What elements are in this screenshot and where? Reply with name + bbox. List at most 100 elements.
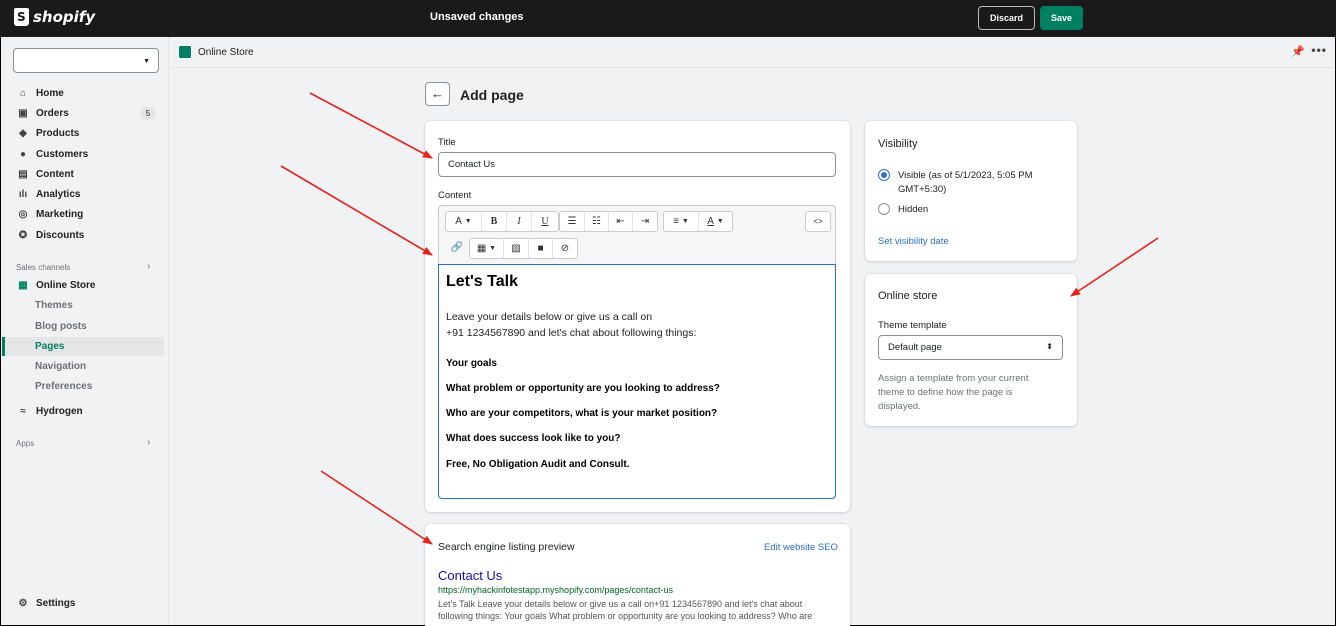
editor-bold-item: Your goals: [446, 358, 497, 369]
content-editor[interactable]: Let's Talk Leave your details below or g…: [438, 264, 836, 499]
orders-count-badge: 5: [140, 107, 156, 120]
indent-icon[interactable]: ⇥: [633, 212, 657, 231]
chevron-down-icon: ▼: [716, 218, 724, 225]
table-dropdown[interactable]: ▦ ▼: [470, 239, 504, 258]
logo-text: shopify: [33, 8, 96, 26]
font-style-label: A: [455, 216, 462, 227]
page-title: Add page: [460, 87, 524, 103]
table-icon: ▦: [476, 243, 487, 254]
align-dropdown[interactable]: ≡ ▼: [664, 212, 699, 231]
sidebar-subitem-preferences[interactable]: Preferences: [35, 381, 92, 392]
sidebar-item-label: Customers: [36, 149, 89, 160]
chevron-down-icon: ▼: [464, 218, 472, 225]
hidden-label: Hidden: [898, 204, 929, 215]
save-button[interactable]: Save: [1040, 6, 1083, 30]
home-icon: ⌂: [19, 88, 27, 99]
pin-icon[interactable]: 📌: [1291, 45, 1305, 58]
sidebar-item-label: Orders: [36, 108, 69, 119]
content-icon: ▤: [18, 169, 28, 180]
outdent-icon[interactable]: ⇤: [609, 212, 633, 231]
sidebar-item-discounts[interactable]: ✪ Discounts: [1, 226, 169, 245]
sidebar-subitem-blog-posts[interactable]: Blog posts: [35, 321, 87, 332]
sidebar-item-analytics[interactable]: ılı Analytics: [1, 185, 169, 204]
bullet-list-icon[interactable]: ☰: [560, 212, 585, 231]
sidebar-item-content[interactable]: ▤ Content: [1, 165, 169, 184]
title-input-value: Contact Us: [448, 159, 495, 170]
image-icon[interactable]: ▨: [504, 239, 529, 258]
text-color-label: A: [707, 216, 714, 227]
link-icon[interactable]: 🔗: [445, 238, 469, 257]
show-html-button[interactable]: <>: [806, 212, 830, 231]
top-bar: shopify Unsaved changes Discard Save: [0, 0, 1336, 37]
numbered-list-icon[interactable]: ☷: [585, 212, 609, 231]
clear-format-icon[interactable]: ⊘: [553, 239, 577, 258]
sidebar-item-label: Analytics: [36, 189, 81, 200]
sidebar-item-label: Discounts: [36, 230, 85, 241]
sidebar-item-label: Content: [36, 169, 74, 180]
video-icon[interactable]: ■: [529, 239, 553, 258]
online-store-icon: [179, 46, 191, 58]
html-group: <>: [805, 211, 831, 232]
sidebar-item-label: Online Store: [36, 280, 96, 291]
shopify-logo[interactable]: shopify: [14, 8, 95, 26]
apps-chevron-icon[interactable]: ›: [147, 437, 150, 448]
content-label: Content: [438, 190, 472, 201]
template-help-line-1: Assign a template from your current: [878, 373, 1029, 384]
text-color-dropdown[interactable]: A ▼: [699, 212, 732, 231]
products-icon: ◆: [19, 128, 27, 139]
unsaved-changes-status: Unsaved changes: [430, 11, 524, 23]
sidebar-item-label: Hydrogen: [36, 406, 83, 417]
chevron-down-icon: ▼: [681, 218, 689, 225]
sidebar-subitem-themes[interactable]: Themes: [35, 300, 73, 311]
online-store-heading: Online store: [878, 290, 938, 302]
sidebar-item-orders[interactable]: ▣ Orders 5: [1, 104, 169, 123]
format-group: A ▼ B I U: [445, 211, 559, 232]
editor-bold-item: What problem or opportunity are you look…: [446, 383, 720, 394]
editor-paragraph-line-2: +91 1234567890 and let's chat about foll…: [446, 327, 697, 339]
sidebar-item-marketing[interactable]: ◎ Marketing: [1, 205, 169, 224]
sidebar-item-settings[interactable]: ⚙ Settings: [1, 594, 169, 613]
italic-button[interactable]: I: [507, 212, 532, 231]
sidebar-item-label: Settings: [36, 598, 76, 609]
seo-heading: Search engine listing preview: [438, 541, 575, 553]
sidebar-item-hydrogen[interactable]: ≈ Hydrogen: [1, 402, 169, 421]
theme-template-value: Default page: [888, 342, 942, 353]
sidebar-item-customers[interactable]: ● Customers: [1, 145, 169, 164]
shopify-bag-icon: [14, 8, 29, 26]
sidebar-item-online-store[interactable]: ▦ Online Store: [1, 276, 169, 295]
template-help-line-3: displayed.: [878, 401, 921, 412]
underline-button[interactable]: U: [532, 212, 558, 231]
insert-group: 🔗 ▦ ▼ ▨ ■ ⊘: [445, 238, 579, 259]
hydrogen-icon: ≈: [20, 406, 26, 417]
align-color-group: ≡ ▼ A ▼: [663, 211, 733, 232]
back-button[interactable]: ←: [425, 82, 450, 106]
sidebar-subitem-pages[interactable]: Pages: [35, 341, 64, 352]
breadcrumb: Online Store 📌 •••: [170, 37, 1335, 68]
chevron-down-icon: ▼: [489, 245, 497, 252]
sidebar-subitem-navigation[interactable]: Navigation: [35, 361, 86, 372]
sidebar-item-products[interactable]: ◆ Products: [1, 124, 169, 143]
bold-button[interactable]: B: [482, 212, 507, 231]
customers-icon: ●: [19, 149, 27, 160]
theme-template-select[interactable]: Default page ⬍: [878, 335, 1063, 360]
store-select[interactable]: ▼: [13, 48, 159, 73]
gear-icon: ⚙: [18, 598, 28, 609]
sidebar: ▼ ⌂ Home ▣ Orders 5 ◆ Products ● Custome…: [1, 37, 169, 625]
align-left-icon: ≡: [673, 216, 680, 227]
visible-radio[interactable]: [878, 169, 890, 181]
marketing-icon: ◎: [18, 209, 28, 220]
sales-channels-chevron-icon[interactable]: ›: [147, 261, 150, 272]
discard-button[interactable]: Discard: [978, 6, 1035, 30]
more-options-icon[interactable]: •••: [1311, 43, 1327, 57]
hidden-radio[interactable]: [878, 203, 890, 215]
set-visibility-date-link[interactable]: Set visibility date: [878, 236, 949, 247]
breadcrumb-online-store[interactable]: Online Store: [198, 47, 254, 58]
active-row-highlight: [2, 337, 164, 356]
title-input[interactable]: Contact Us: [438, 152, 836, 177]
analytics-icon: ılı: [18, 189, 28, 200]
font-style-dropdown[interactable]: A ▼: [446, 212, 482, 231]
edit-seo-link[interactable]: Edit website SEO: [764, 542, 838, 553]
sidebar-item-home[interactable]: ⌂ Home: [1, 84, 169, 103]
sidebar-item-label: Products: [36, 128, 80, 139]
editor-bold-item: What does success look like to you?: [446, 433, 621, 444]
